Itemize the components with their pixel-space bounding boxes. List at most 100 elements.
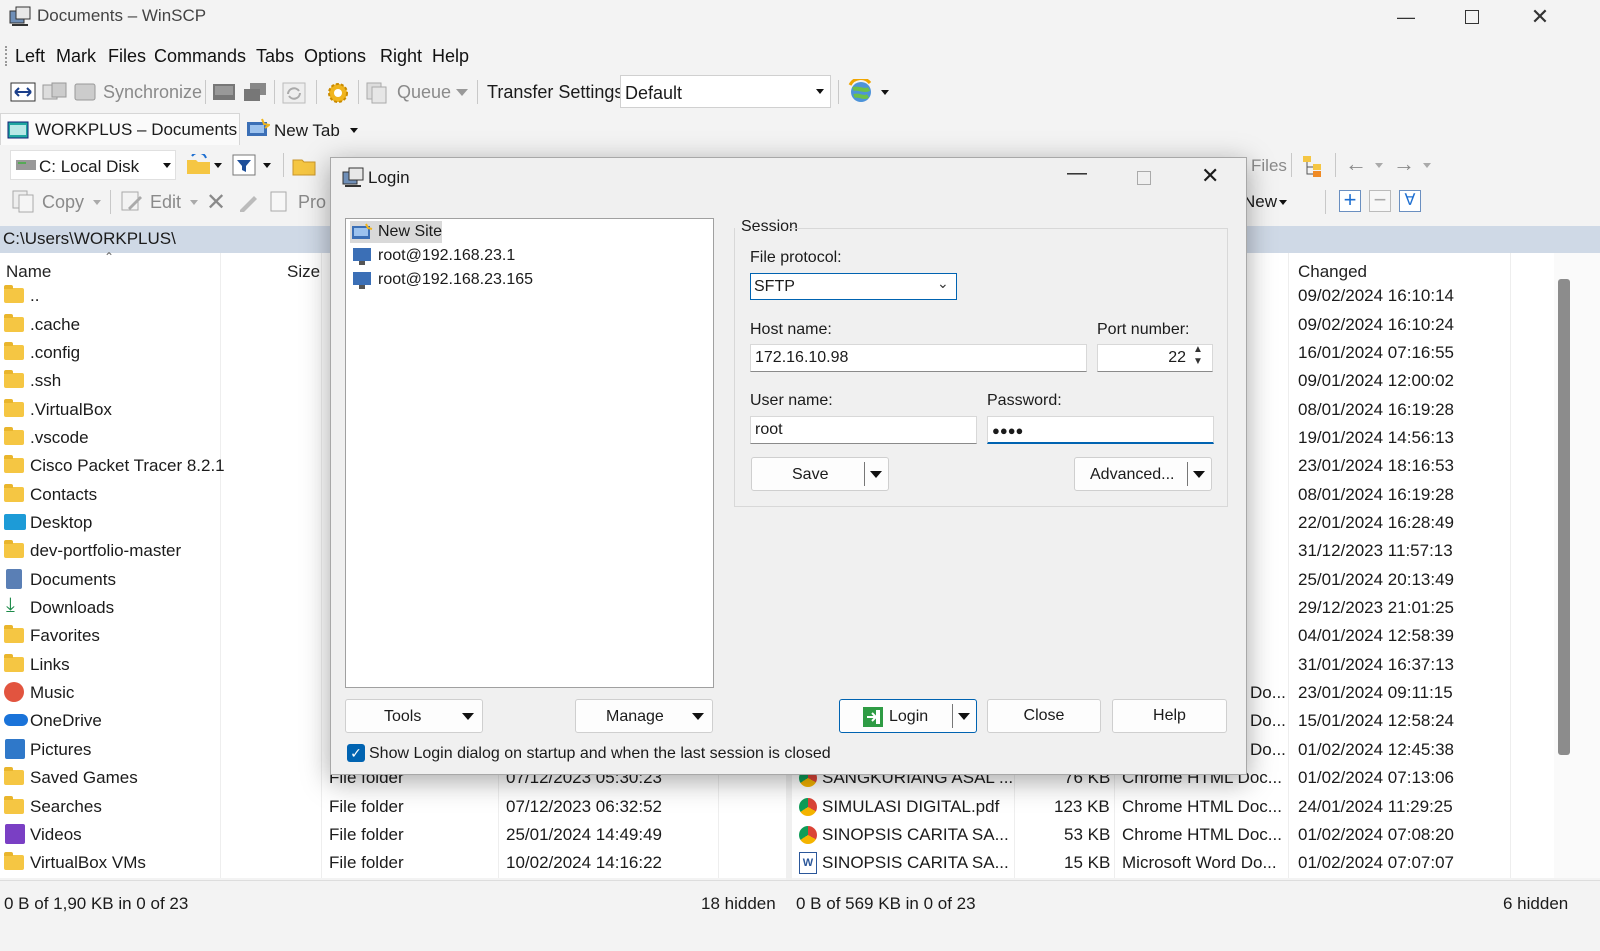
user-name-input[interactable]: root [750,416,977,444]
edit-dropdown-icon[interactable] [190,200,198,205]
maximize-button[interactable] [1440,0,1504,34]
new-dropdown-icon[interactable] [1279,200,1287,205]
sync-dropdown-icon[interactable] [881,90,889,95]
select-all-icon[interactable]: ∀ [1399,190,1421,212]
file-name: Links [30,655,70,674]
host-name-input[interactable]: 172.16.10.98 [750,344,1087,372]
queue-dropdown-icon[interactable] [456,89,468,96]
unselect-minus-icon[interactable]: − [1369,189,1391,212]
site-list[interactable]: New Site root@192.168.23.1 root@192.168.… [345,218,714,688]
copy-icon[interactable] [10,188,36,214]
menu-mark[interactable]: Mark [56,46,96,67]
save-dropdown-icon[interactable] [870,471,882,478]
menu-commands[interactable]: Commands [154,46,246,67]
rename-icon[interactable] [236,190,260,212]
transfer-settings-select[interactable]: Default [620,75,831,108]
refresh-icon[interactable] [282,82,306,104]
file-protocol-select[interactable]: SFTP ⌄ [750,273,957,300]
monitor-icon [353,272,371,289]
right-hidden-count[interactable]: 6 hidden [1503,894,1568,914]
menu-right[interactable]: Right [380,46,422,67]
column-header-name[interactable]: Name [6,262,51,282]
folder-icon [4,455,24,473]
right-path-bar[interactable] [1247,226,1600,253]
column-header-changed[interactable]: Changed [1298,262,1367,282]
right-scrollbar[interactable] [1554,253,1600,878]
preferences-gear-icon[interactable] [325,80,351,106]
startup-checkbox[interactable]: ✓ [347,744,365,762]
compare-directories-icon[interactable] [10,81,36,103]
password-value: ●●●● [992,423,1024,438]
close-button[interactable]: Close [987,699,1101,733]
queue-button[interactable]: Queue [397,82,451,103]
manage-button[interactable]: Manage [575,699,713,733]
left-path-bar[interactable]: C:\Users\WORKPLUS\ [0,226,330,253]
forward-arrow-icon[interactable]: → [1393,151,1415,177]
minimize-button[interactable]: — [1374,0,1438,34]
putty-icon[interactable] [242,82,268,102]
open-folder-icon[interactable] [186,154,212,176]
site-item[interactable]: root@192.168.23.1 [350,245,550,267]
left-hidden-count[interactable]: 18 hidden [701,894,776,914]
tab-workplus-documents[interactable]: WORKPLUS – Documents [0,113,240,145]
menu-tabs[interactable]: Tabs [256,46,294,67]
properties-icon[interactable] [268,190,292,214]
advanced-button[interactable]: Advanced... [1074,457,1212,491]
separator [477,80,478,104]
file-name: Searches [30,797,102,816]
menu-help[interactable]: Help [432,46,469,67]
select-plus-icon[interactable]: + [1339,189,1361,212]
dialog-close-icon[interactable]: ✕ [1201,163,1219,189]
close-window-button[interactable]: ✕ [1508,0,1572,34]
properties-button[interactable]: Pro [298,192,326,213]
list-item[interactable]: SINOPSIS CARITA SA... 53 KB Chrome HTML … [798,821,1298,849]
save-button[interactable]: Save [751,457,889,491]
copy-dropdown-icon[interactable] [93,200,101,205]
copy-button[interactable]: Copy [42,192,84,213]
minimize-icon[interactable]: — [1067,162,1087,185]
file-changed: 29/12/2023 21:01:25 [1298,598,1454,617]
split-divider [1187,462,1188,486]
parent-directory-icon[interactable] [292,156,316,176]
tree-icon[interactable] [1301,154,1327,178]
site-item-new-site[interactable]: New Site [350,221,442,243]
filter-icon[interactable] [232,154,256,176]
open-dropdown-icon[interactable] [214,163,222,168]
tools-button[interactable]: Tools [345,699,483,733]
advanced-dropdown-icon[interactable] [1193,471,1205,478]
scrollbar-thumb[interactable] [1558,279,1570,755]
new-button[interactable]: New [1243,192,1277,212]
login-dropdown-icon[interactable] [958,713,970,720]
find-files-button[interactable]: Files [1251,156,1287,176]
separator [283,153,284,177]
synchronize-button[interactable]: Synchronize [103,82,202,103]
globe-sync-icon[interactable] [847,79,875,105]
filter-dropdown-icon[interactable] [263,163,271,168]
port-spin-icon[interactable]: ▲ ▼ [1193,344,1203,368]
maximize-icon[interactable] [1137,171,1151,185]
console-icon[interactable] [212,82,236,102]
back-arrow-icon[interactable]: ← [1345,151,1367,177]
list-item[interactable]: SIMULASI DIGITAL.pdf 123 KB Chrome HTML … [798,793,1298,821]
left-drive-select[interactable]: C: Local Disk [10,150,176,180]
help-button[interactable]: Help [1112,699,1227,733]
login-button[interactable]: Login [839,699,977,733]
edit-button[interactable]: Edit [150,192,181,213]
back-dropdown-icon[interactable] [1375,163,1383,168]
password-input[interactable]: ●●●● [987,416,1214,444]
delete-icon[interactable]: ✕ [206,188,226,217]
menu-left[interactable]: Left [15,46,45,67]
tab-new-tab[interactable]: New Tab [242,113,367,145]
synchronize-browsing-icon[interactable] [42,81,68,103]
file-name: SINOPSIS CARITA SA... [822,853,1009,872]
menu-files[interactable]: Files [108,46,146,67]
forward-dropdown-icon[interactable] [1423,163,1431,168]
menu-options[interactable]: Options [304,46,366,67]
queue-icon[interactable] [364,82,390,104]
startup-checkbox-label[interactable]: Show Login dialog on startup and when th… [369,745,831,763]
list-item[interactable]: W SINOPSIS CARITA SA... 15 KB Microsoft … [798,849,1298,877]
edit-icon[interactable] [120,190,144,212]
column-header-size[interactable]: Size [287,262,320,282]
synchronize-icon[interactable] [74,82,98,102]
site-item[interactable]: root@192.168.23.165 [350,269,570,291]
